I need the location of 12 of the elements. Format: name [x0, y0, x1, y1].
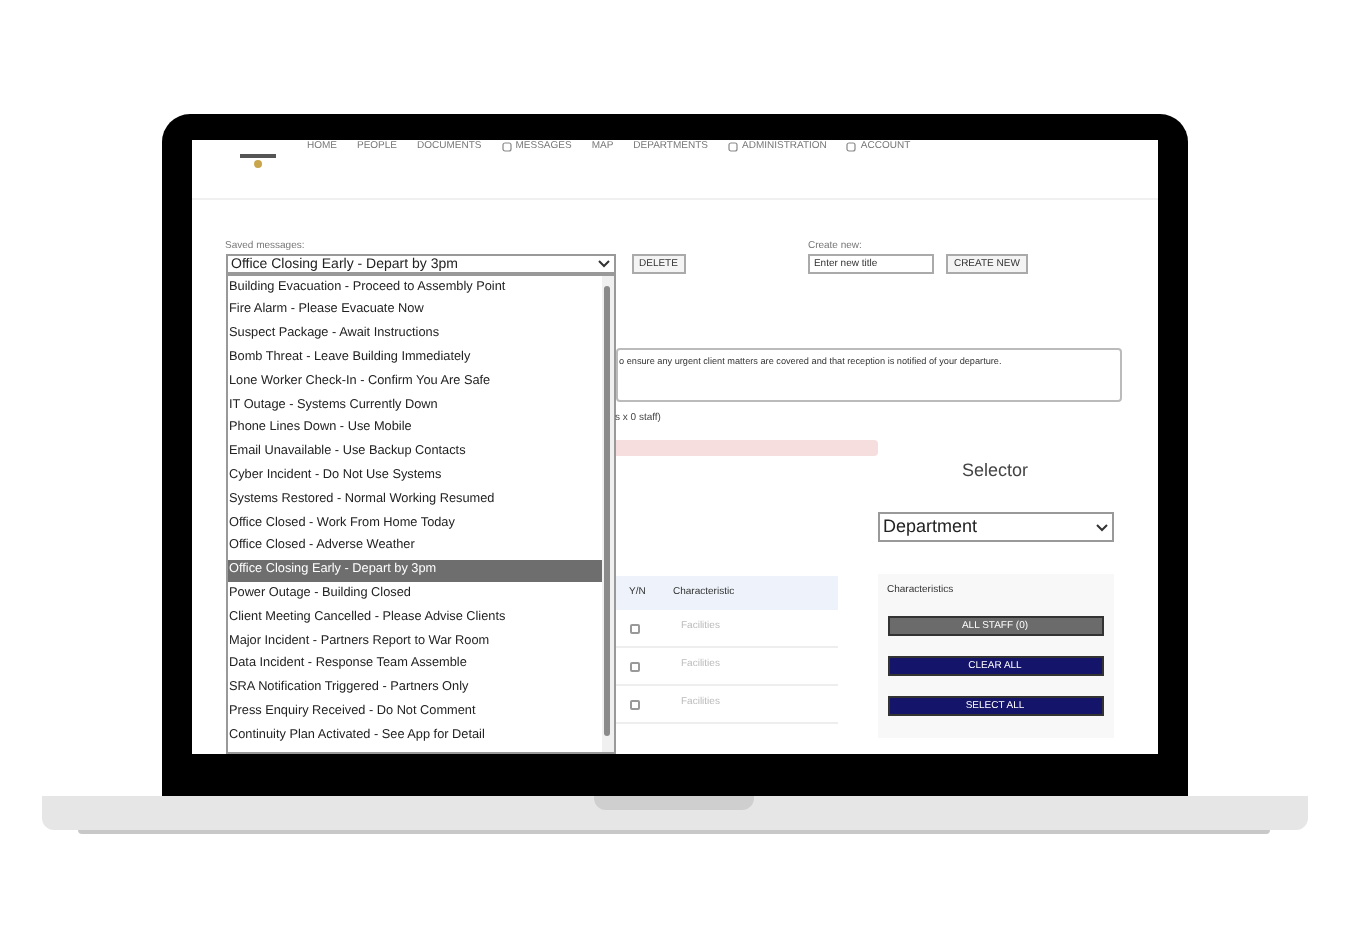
- nav-icon: [501, 142, 512, 152]
- caret-icon: [597, 260, 609, 268]
- department-select[interactable]: Department: [877, 512, 1113, 542]
- selector-heading: Selector: [961, 462, 1029, 480]
- caret-icon: [1095, 523, 1107, 531]
- row-checkbox[interactable]: [629, 699, 639, 709]
- row-checkbox[interactable]: [629, 623, 639, 633]
- row-checkbox[interactable]: [629, 661, 639, 671]
- logo-icon: [239, 154, 275, 168]
- nav-icon: [846, 142, 857, 152]
- nav-icon: [728, 142, 738, 152]
- scrollbar[interactable]: [601, 276, 613, 752]
